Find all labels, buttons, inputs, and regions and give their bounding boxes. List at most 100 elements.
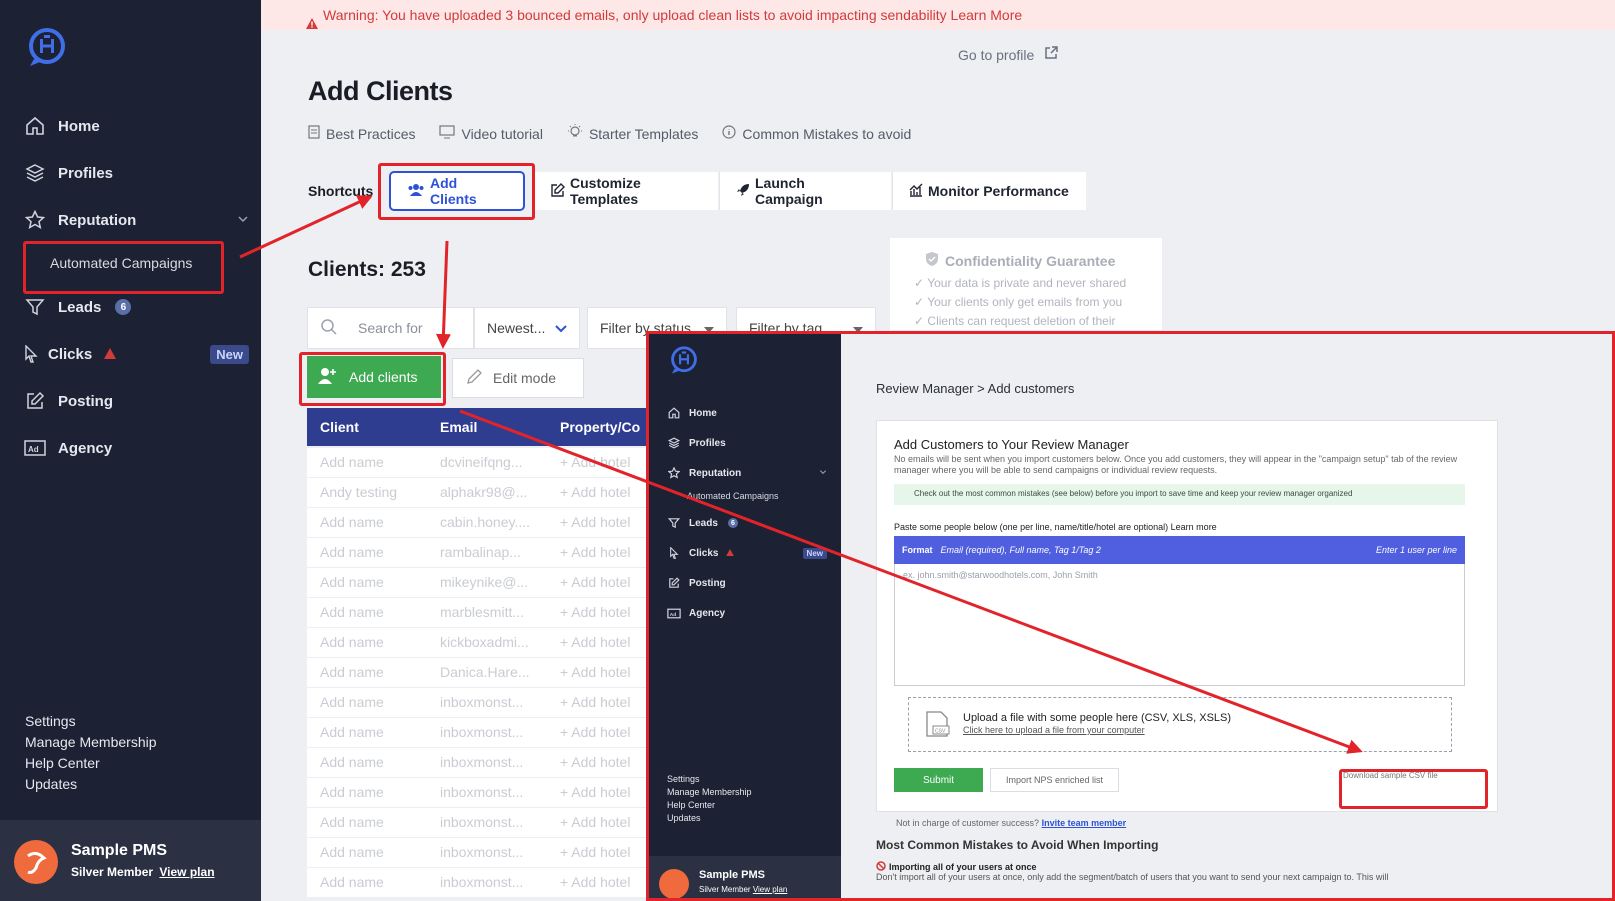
- table-row[interactable]: Andy testing alphakr98@... + Add hotel: [307, 478, 647, 508]
- property-cell[interactable]: + Add hotel: [560, 754, 630, 770]
- import-nps-button[interactable]: Import NPS enriched list: [990, 768, 1119, 792]
- submit-button[interactable]: Submit: [894, 768, 983, 792]
- email-cell[interactable]: marblesmitt...: [440, 604, 524, 620]
- client-cell[interactable]: Add name: [320, 544, 384, 560]
- property-cell[interactable]: + Add hotel: [560, 874, 630, 890]
- sidebar-item-reputation[interactable]: Reputation: [24, 209, 249, 231]
- best-practices-link[interactable]: Best Practices: [308, 125, 415, 142]
- customers-textarea[interactable]: ex. john.smith@starwoodhotels.com, John …: [894, 564, 1465, 686]
- property-cell[interactable]: + Add hotel: [560, 454, 630, 470]
- client-cell[interactable]: Add name: [320, 754, 384, 770]
- tab-launch-campaign[interactable]: Launch Campaign: [719, 172, 891, 210]
- email-cell[interactable]: inboxmonst...: [440, 724, 523, 740]
- email-cell[interactable]: inboxmonst...: [440, 694, 523, 710]
- rocket-icon: [736, 183, 750, 200]
- sidebar-item-profiles[interactable]: Profiles: [24, 162, 113, 184]
- manage-membership-link[interactable]: Manage Membership: [25, 734, 157, 750]
- table-row[interactable]: Add name dcvineifqng... + Add hotel: [307, 448, 647, 478]
- client-cell[interactable]: Add name: [320, 454, 384, 470]
- upload-link[interactable]: Click here to upload a file from your co…: [963, 725, 1145, 735]
- table-row[interactable]: Add name inboxmonst... + Add hotel: [307, 748, 647, 778]
- client-cell[interactable]: Add name: [320, 514, 384, 530]
- property-cell[interactable]: + Add hotel: [560, 724, 630, 740]
- app-logo-icon[interactable]: [26, 26, 68, 73]
- client-cell[interactable]: Add name: [320, 874, 384, 890]
- table-row[interactable]: Add name inboxmonst... + Add hotel: [307, 688, 647, 718]
- email-cell[interactable]: alphakr98@...: [440, 484, 527, 500]
- table-row[interactable]: Add name cabin.honey.... + Add hotel: [307, 508, 647, 538]
- email-cell[interactable]: Danica.Hare...: [440, 664, 529, 680]
- table-row[interactable]: Add name inboxmonst... + Add hotel: [307, 838, 647, 868]
- property-cell[interactable]: + Add hotel: [560, 814, 630, 830]
- email-cell[interactable]: kickboxadmi...: [440, 634, 529, 650]
- email-cell[interactable]: mikeynike@...: [440, 574, 528, 590]
- property-cell[interactable]: + Add hotel: [560, 664, 630, 680]
- property-cell[interactable]: + Add hotel: [560, 634, 630, 650]
- starter-templates-link[interactable]: Starter Templates: [567, 124, 698, 143]
- email-cell[interactable]: inboxmonst...: [440, 784, 523, 800]
- client-cell[interactable]: Add name: [320, 574, 384, 590]
- table-row[interactable]: Add name inboxmonst... + Add hotel: [307, 868, 647, 898]
- sort-select[interactable]: Newest...: [474, 307, 580, 349]
- client-cell[interactable]: Add name: [320, 634, 384, 650]
- sidebar-item-home[interactable]: Home: [24, 115, 100, 137]
- sidebar-item-clicks[interactable]: Clicks New: [24, 343, 249, 365]
- client-cell[interactable]: Add name: [320, 694, 384, 710]
- star-icon: [24, 209, 46, 231]
- client-cell[interactable]: Add name: [320, 604, 384, 620]
- email-cell[interactable]: inboxmonst...: [440, 874, 523, 890]
- property-cell[interactable]: + Add hotel: [560, 844, 630, 860]
- email-cell[interactable]: inboxmonst...: [440, 844, 523, 860]
- edit-mode-button[interactable]: Edit mode: [452, 358, 584, 398]
- property-cell[interactable]: + Add hotel: [560, 544, 630, 560]
- tab-customize-templates[interactable]: Customize Templates: [535, 172, 718, 210]
- user-panel[interactable]: Sample PMS Silver Member View plan: [0, 820, 261, 901]
- mistakes-title: Most Common Mistakes to Avoid When Impor…: [876, 838, 1159, 852]
- sidebar-item-leads[interactable]: Leads 6: [24, 296, 132, 318]
- table-row[interactable]: Add name kickboxadmi... + Add hotel: [307, 628, 647, 658]
- table-row[interactable]: Add name Danica.Hare... + Add hotel: [307, 658, 647, 688]
- property-cell[interactable]: + Add hotel: [560, 484, 630, 500]
- table-row[interactable]: Add name inboxmonst... + Add hotel: [307, 808, 647, 838]
- email-cell[interactable]: inboxmonst...: [440, 814, 523, 830]
- video-tutorial-link[interactable]: Video tutorial: [439, 125, 543, 142]
- search-input[interactable]: Search for: [307, 307, 474, 349]
- shield-icon: [925, 251, 939, 270]
- view-plan-link[interactable]: View plan: [159, 865, 214, 879]
- client-cell[interactable]: Add name: [320, 784, 384, 800]
- property-cell[interactable]: + Add hotel: [560, 514, 630, 530]
- property-cell[interactable]: + Add hotel: [560, 604, 630, 620]
- table-row[interactable]: Add name mikeynike@... + Add hotel: [307, 568, 647, 598]
- help-center-link[interactable]: Help Center: [25, 755, 100, 771]
- column-header-email[interactable]: Email: [440, 408, 477, 446]
- sidebar-item-posting[interactable]: Posting: [24, 390, 113, 412]
- table-row[interactable]: Add name marblesmitt... + Add hotel: [307, 598, 647, 628]
- sidebar-item-agency[interactable]: Ad Agency: [24, 437, 112, 459]
- email-cell[interactable]: inboxmonst...: [440, 754, 523, 770]
- column-header-client[interactable]: Client: [320, 408, 359, 446]
- file-upload-zone[interactable]: CSV Upload a file with some people here …: [908, 697, 1452, 752]
- email-cell[interactable]: cabin.honey....: [440, 514, 530, 530]
- updates-link[interactable]: Updates: [25, 776, 77, 792]
- go-to-profile-link[interactable]: Go to profile: [958, 46, 1059, 63]
- client-cell[interactable]: Andy testing: [320, 484, 397, 500]
- property-cell[interactable]: + Add hotel: [560, 574, 630, 590]
- table-row[interactable]: Add name inboxmonst... + Add hotel: [307, 718, 647, 748]
- property-cell[interactable]: + Add hotel: [560, 784, 630, 800]
- client-cell[interactable]: Add name: [320, 844, 384, 860]
- client-cell[interactable]: Add name: [320, 814, 384, 830]
- email-cell[interactable]: rambalinap...: [440, 544, 521, 560]
- invite-team-member-link[interactable]: Invite team member: [1042, 818, 1127, 828]
- email-cell[interactable]: dcvineifqng...: [440, 454, 523, 470]
- table-row[interactable]: Add name inboxmonst... + Add hotel: [307, 778, 647, 808]
- common-mistakes-link[interactable]: Common Mistakes to avoid: [722, 125, 911, 142]
- client-cell[interactable]: Add name: [320, 664, 384, 680]
- tab-monitor-performance[interactable]: Monitor Performance: [892, 172, 1086, 210]
- overlay-sidebar-item-automated-campaigns: Automated Campaigns: [687, 491, 779, 501]
- chevron-down-icon[interactable]: [237, 212, 249, 229]
- column-header-property[interactable]: Property/Co: [560, 408, 640, 446]
- table-row[interactable]: Add name rambalinap... + Add hotel: [307, 538, 647, 568]
- property-cell[interactable]: + Add hotel: [560, 694, 630, 710]
- client-cell[interactable]: Add name: [320, 724, 384, 740]
- settings-link[interactable]: Settings: [25, 713, 76, 729]
